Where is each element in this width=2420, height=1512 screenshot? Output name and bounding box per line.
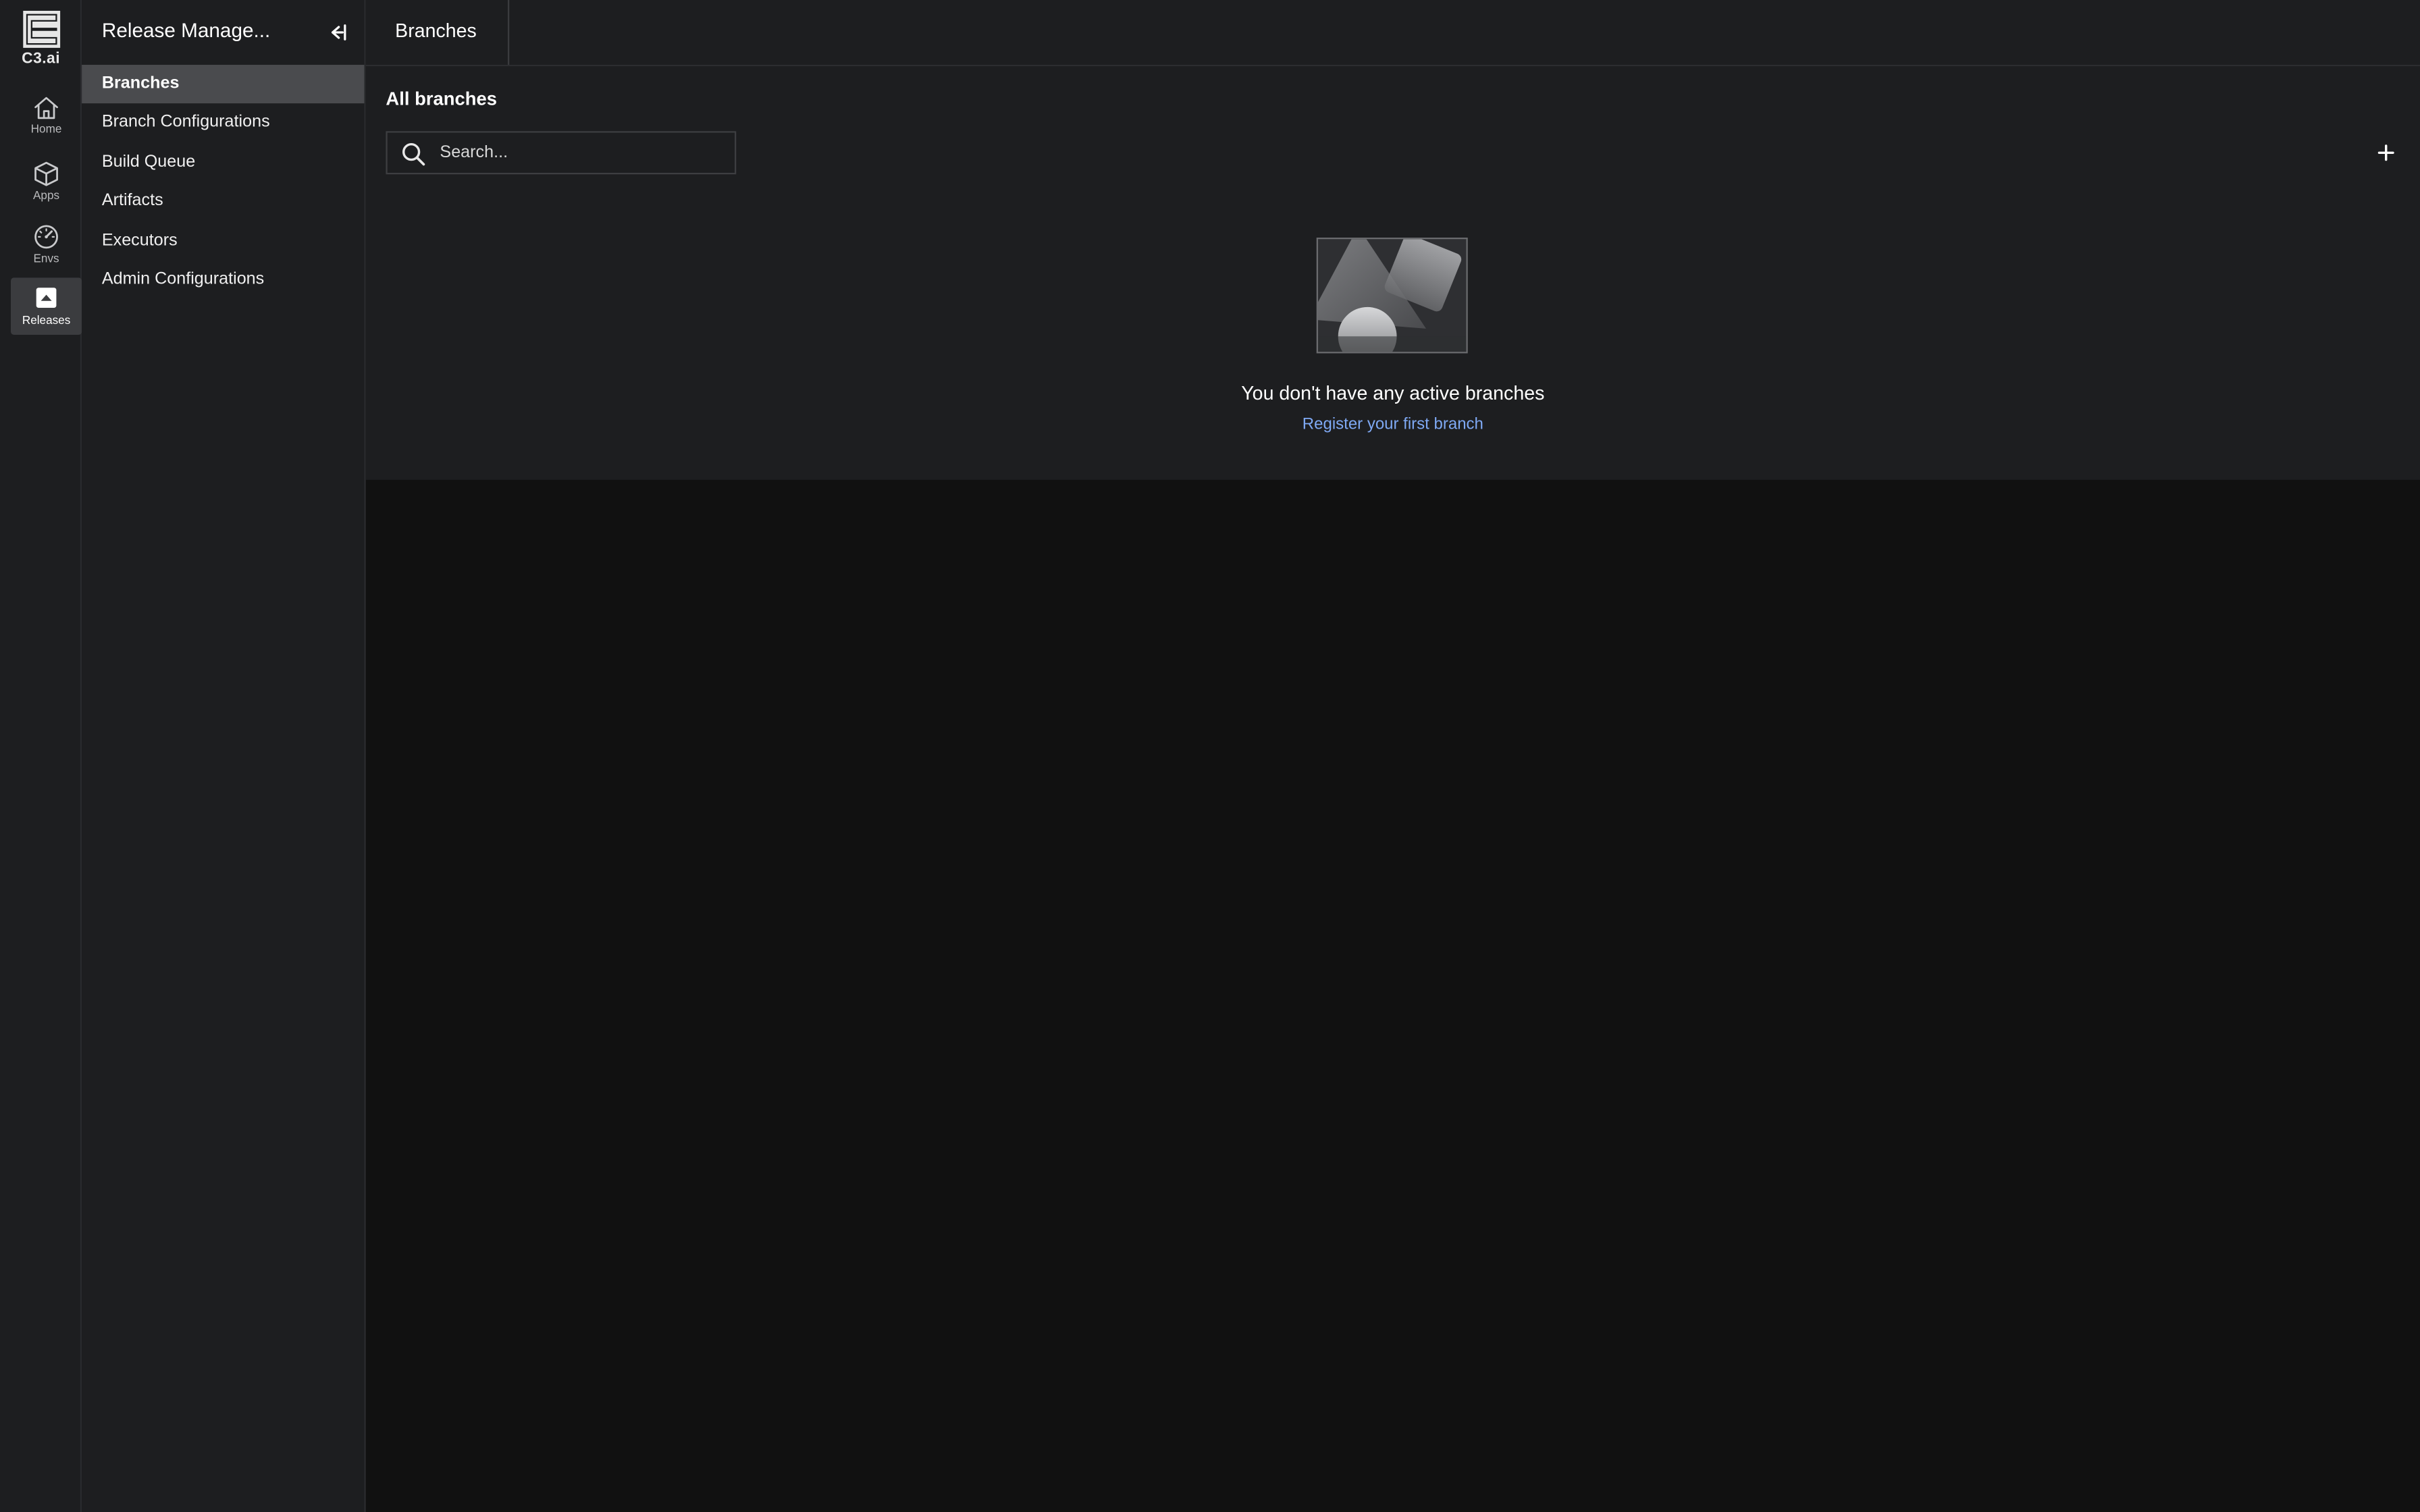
gauge-icon	[34, 225, 58, 249]
rail-item-releases[interactable]: Releases	[11, 277, 82, 335]
tab-branches-label: Branches	[395, 20, 477, 42]
c3-logo-icon	[22, 11, 60, 48]
empty-state-illustration	[1316, 238, 1468, 354]
sidebar: Release Manage... Branches Branch Config…	[82, 0, 366, 1512]
sidebar-item-artifacts[interactable]: Artifacts	[82, 182, 364, 221]
search-icon	[402, 143, 425, 166]
register-branch-link[interactable]: Register your first branch	[366, 415, 2420, 433]
upload-icon	[36, 288, 57, 308]
plus-icon	[2377, 144, 2394, 161]
section-title: All branches	[386, 88, 498, 110]
rail-item-envs[interactable]: Envs	[11, 217, 82, 275]
add-branch-button[interactable]	[2375, 142, 2400, 167]
sidebar-item-admin-configurations[interactable]: Admin Configurations	[82, 261, 364, 300]
rail-item-apps[interactable]: Apps	[11, 155, 82, 212]
sidebar-item-build-queue[interactable]: Build Queue	[82, 143, 364, 182]
main-panel: All branches Search... You don't have an…	[365, 66, 2420, 480]
app-window: C3.ai Home Apps Envs Releases Release Ma…	[0, 0, 2420, 1512]
collapse-left-icon	[331, 24, 346, 40]
rail-label-home: Home	[30, 122, 62, 136]
sidebar-item-executors[interactable]: Executors	[82, 221, 364, 261]
brand-logo[interactable]: C3.ai	[12, 9, 70, 68]
rail-item-home[interactable]: Home	[11, 90, 82, 147]
empty-state-title: You don't have any active branches	[1241, 382, 1545, 404]
sidebar-item-branches[interactable]: Branches	[82, 65, 365, 105]
sidebar-title: Release Manage...	[101, 18, 271, 42]
rail-label-apps: Apps	[33, 188, 60, 202]
app-rail: C3.ai Home Apps Envs Releases	[0, 0, 82, 1512]
rail-label-releases: Releases	[22, 313, 71, 327]
brand-name: C3.ai	[22, 51, 61, 68]
cube-icon	[34, 161, 58, 186]
collapse-sidebar-button[interactable]	[325, 22, 350, 43]
empty-shapes-image	[1318, 239, 1467, 352]
sidebar-item-branch-configurations[interactable]: Branch Configurations	[82, 104, 364, 143]
home-icon	[34, 97, 58, 119]
search-input[interactable]	[440, 132, 726, 173]
rail-label-envs: Envs	[33, 251, 59, 266]
tab-branches[interactable]: Branches	[366, 0, 510, 65]
search-box	[386, 131, 737, 175]
page-header: Branches	[365, 0, 2420, 67]
sidebar-menu: Branches Branch Configurations Build Que…	[82, 65, 365, 300]
